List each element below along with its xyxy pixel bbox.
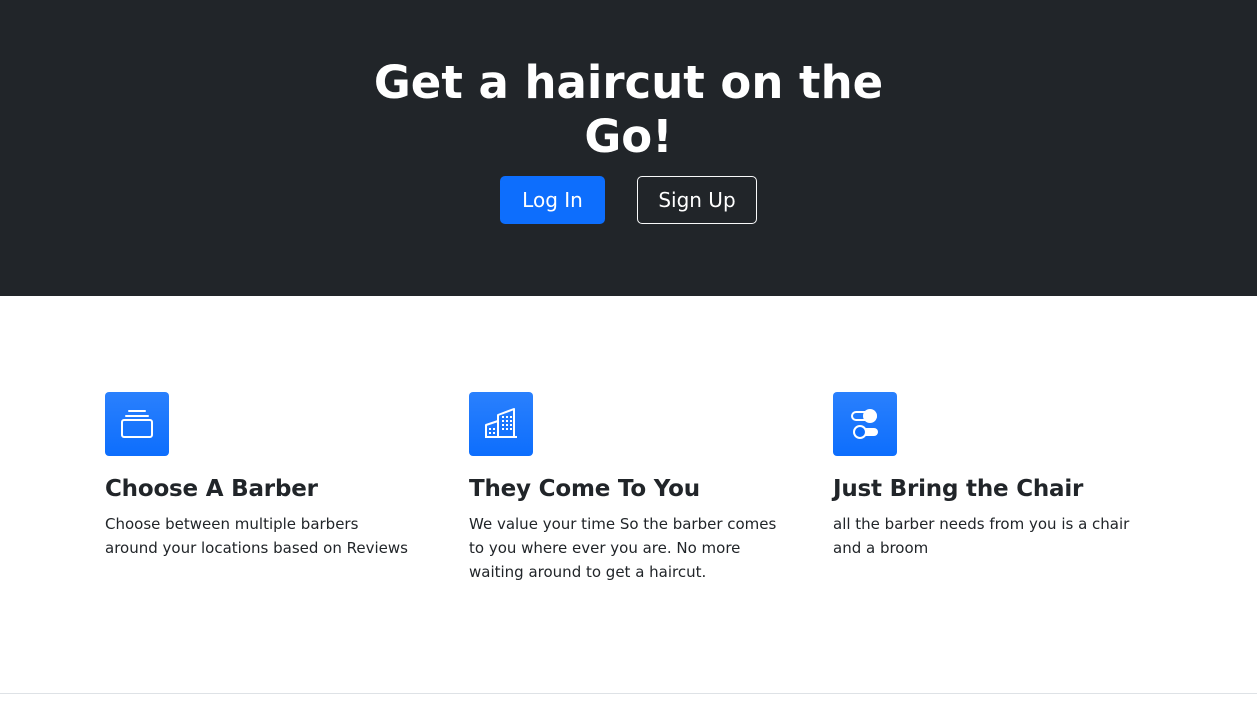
hero-section: Get a haircut on the Go! Log In Sign Up [0,0,1257,296]
features-section: Choose A Barber Choose between multiple … [0,296,1257,693]
hero-title-line2: Go! [584,110,673,163]
section-divider [0,693,1257,694]
collection-icon [105,392,169,456]
signup-button[interactable]: Sign Up [637,176,757,224]
feature-text: all the barber needs from you is a chair… [833,515,1130,557]
feature-text: We value your time So the barber comes t… [469,515,777,581]
feature-bring-chair: Just Bring the Chair all the barber need… [833,392,1143,560]
hero-title-line1: Get a haircut on the [373,56,884,109]
login-button[interactable]: Log In [500,176,605,224]
feature-choose-barber: Choose A Barber Choose between multiple … [105,392,415,560]
feature-text: Choose between multiple barbers around y… [105,515,408,557]
feature-title: Choose A Barber [105,476,318,502]
hero-title: Get a haircut on the Go! [0,56,1257,164]
toggles-icon [833,392,897,456]
building-icon [469,392,533,456]
feature-title: Just Bring the Chair [833,476,1084,502]
feature-title: They Come To You [469,476,700,502]
feature-come-to-you: They Come To You We value your time So t… [469,392,779,584]
hero-button-group: Log In Sign Up [0,176,1257,224]
